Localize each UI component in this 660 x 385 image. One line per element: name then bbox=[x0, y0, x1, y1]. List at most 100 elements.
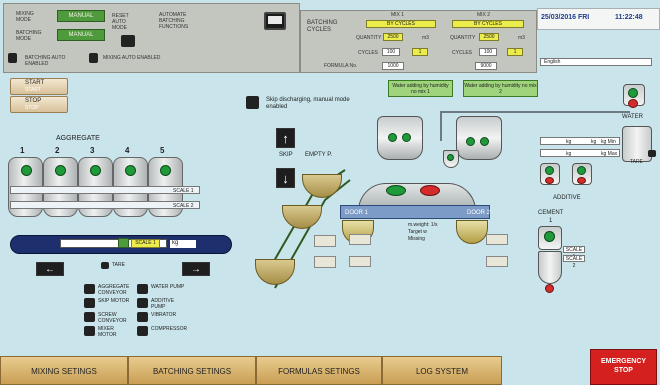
cement-sub: 1 bbox=[549, 218, 553, 224]
mixer-right-btn-2[interactable] bbox=[486, 256, 508, 267]
date-display: 25/03/2016 FRI bbox=[541, 14, 590, 21]
mix2-cycles-input-2[interactable]: 1 bbox=[507, 48, 523, 56]
reset-auto-label: RESET AUTO MODE bbox=[112, 13, 129, 31]
scale-2-readout bbox=[10, 201, 200, 209]
motor-label-6: ADDITIVE PUMP bbox=[151, 298, 175, 310]
mixing-mode-button[interactable]: MANUAL bbox=[57, 10, 105, 22]
motor-indicator-4[interactable] bbox=[84, 326, 95, 336]
cement-red-lamp bbox=[545, 284, 554, 293]
conveyor-right-button[interactable]: → bbox=[182, 262, 210, 276]
skip-up-button[interactable]: ↑ bbox=[276, 128, 295, 148]
motor-indicator-5[interactable] bbox=[137, 284, 148, 294]
mix2-cycles-input[interactable]: 100 bbox=[479, 48, 497, 56]
additive-lamp-1b bbox=[545, 177, 554, 184]
skip-discharge-toggle[interactable] bbox=[246, 96, 259, 109]
batching-mode-button[interactable]: MANUAL bbox=[57, 29, 105, 41]
stop-label: STOP bbox=[25, 98, 42, 104]
water-msg-right[interactable]: Water adding by humidity no mix 2 bbox=[463, 80, 538, 97]
motor-label-1: AGGREGATE CONVEYOR bbox=[98, 284, 130, 296]
formula-label: FORMULA No. bbox=[324, 63, 358, 69]
auto-label-3: FUNCTIONS bbox=[159, 24, 189, 30]
batching-mode-label: BATCHING MODE bbox=[16, 30, 42, 42]
motor-indicator-7[interactable] bbox=[137, 312, 148, 322]
motor-indicator-8[interactable] bbox=[137, 326, 148, 336]
mix2-mode[interactable]: BY CYCLES bbox=[452, 20, 524, 28]
mixer-note-1: m.weight: 1/s bbox=[408, 222, 438, 228]
silo-indicator-2 bbox=[55, 165, 66, 176]
scale-1-readout bbox=[10, 186, 200, 194]
water-msg-left[interactable]: Water adding by humidity no mix 1 bbox=[388, 80, 453, 97]
additive-unit-4: kg bbox=[566, 151, 572, 157]
mixer-red-lamp bbox=[420, 185, 440, 196]
motor-indicator-6[interactable] bbox=[137, 298, 148, 308]
formula-input-2[interactable]: 9000 bbox=[475, 62, 497, 70]
formula-input[interactable]: 1000 bbox=[382, 62, 404, 70]
additive-unit-3: kg Min bbox=[601, 139, 616, 145]
additive-unit-1: kg bbox=[566, 139, 572, 145]
mixer-right-btn-1[interactable] bbox=[486, 234, 508, 245]
emergency-stop-button[interactable]: EMERGENCY STOP bbox=[590, 349, 657, 385]
mix1-cycles-label: CYCLES bbox=[358, 50, 379, 56]
additive-lamp-2 bbox=[577, 166, 586, 175]
water-scale bbox=[622, 126, 652, 162]
cement-lamp bbox=[544, 231, 555, 242]
tab-log-system[interactable]: LOG SYSTEM bbox=[382, 356, 502, 385]
tab-mixing-settings[interactable]: MIXING SETINGS bbox=[0, 356, 128, 385]
additive-unit-5: kg Max bbox=[601, 151, 618, 157]
water-title: WATER bbox=[622, 114, 643, 120]
silo-label-1: 1 bbox=[20, 146, 25, 155]
language-select[interactable]: English bbox=[540, 58, 652, 66]
silo-label-5: 5 bbox=[160, 146, 165, 155]
mix1-cycles-input-2[interactable]: 1 bbox=[412, 48, 428, 56]
skip-discharge-message: Skip discharging, manual mode enabled bbox=[266, 97, 350, 110]
motor-indicator-2[interactable] bbox=[84, 298, 95, 308]
additive-hopper-right[interactable] bbox=[456, 116, 502, 160]
cement-scale-1: SCALE 1 bbox=[563, 246, 585, 260]
mix2-quantity-label: QUANTITY bbox=[450, 35, 476, 41]
reset-auto-button[interactable] bbox=[121, 35, 135, 47]
batching-cycles-title: BATCHING CYCLES bbox=[307, 20, 338, 33]
conveyor-left-button[interactable]: ← bbox=[36, 262, 64, 276]
silo-indicator-5 bbox=[160, 165, 171, 176]
mix1-quantity-input[interactable]: 2500 bbox=[383, 33, 403, 41]
mix2-cycles-label: CYCLES bbox=[452, 50, 473, 56]
mixer-chute-right[interactable] bbox=[456, 220, 488, 244]
skip-label: SKIP bbox=[279, 152, 293, 158]
cement-scale-2: SCALE 2 bbox=[563, 255, 585, 269]
motor-label-7: VIBRATOR bbox=[151, 312, 177, 318]
mixer-left-btn-2[interactable] bbox=[349, 256, 371, 267]
water-tare-label: TARE bbox=[630, 159, 643, 165]
mixing-auto-label: MIXING AUTO ENABLED bbox=[103, 55, 161, 61]
conveyor-green-indicator bbox=[118, 238, 129, 248]
motor-indicator-1[interactable] bbox=[84, 284, 95, 294]
cement-title: CEMENT bbox=[538, 210, 564, 216]
door-1-label: DOOR 1 bbox=[345, 210, 369, 216]
mix1-cycles-input[interactable]: 100 bbox=[382, 48, 400, 56]
motor-indicator-3[interactable] bbox=[84, 312, 95, 322]
mixer-green-lamp bbox=[386, 185, 406, 196]
cement-scale-hopper[interactable] bbox=[538, 251, 562, 284]
tab-spacer bbox=[502, 356, 590, 385]
door-2-label: DOOR 2 bbox=[467, 210, 491, 216]
additive-hopper-left[interactable] bbox=[377, 116, 423, 160]
mixing-mode-label: MIXING MODE bbox=[16, 11, 34, 23]
mixer-left-btn-1[interactable] bbox=[349, 234, 371, 245]
emergency-label-2: STOP bbox=[614, 367, 633, 374]
silo-label-2: 2 bbox=[55, 146, 60, 155]
skip-status-1 bbox=[314, 235, 336, 247]
hopper-right-lamp-1 bbox=[466, 137, 475, 146]
additive-title: ADDITIVE bbox=[553, 195, 581, 201]
mix2-quantity-input[interactable]: 2500 bbox=[479, 33, 499, 41]
mix1-mode[interactable]: BY CYCLES bbox=[366, 20, 436, 28]
tab-batching-settings[interactable]: BATCHING SETINGS bbox=[128, 356, 256, 385]
silo-indicator-1 bbox=[21, 165, 32, 176]
water-red-lamp bbox=[628, 99, 638, 108]
motor-label-8: COMPRESSOR bbox=[151, 326, 188, 332]
additive-lamp-1 bbox=[545, 166, 554, 175]
conveyor-tare-label: TARE bbox=[112, 262, 125, 268]
scale-1-label: SCALE 1 bbox=[173, 188, 194, 194]
batching-auto-indicator bbox=[8, 53, 17, 63]
conveyor-scale-label: SCALE 1 bbox=[131, 239, 160, 248]
hopper-left-lamp-1 bbox=[388, 133, 397, 142]
tab-formulas-settings[interactable]: FORMULAS SETINGS bbox=[256, 356, 382, 385]
